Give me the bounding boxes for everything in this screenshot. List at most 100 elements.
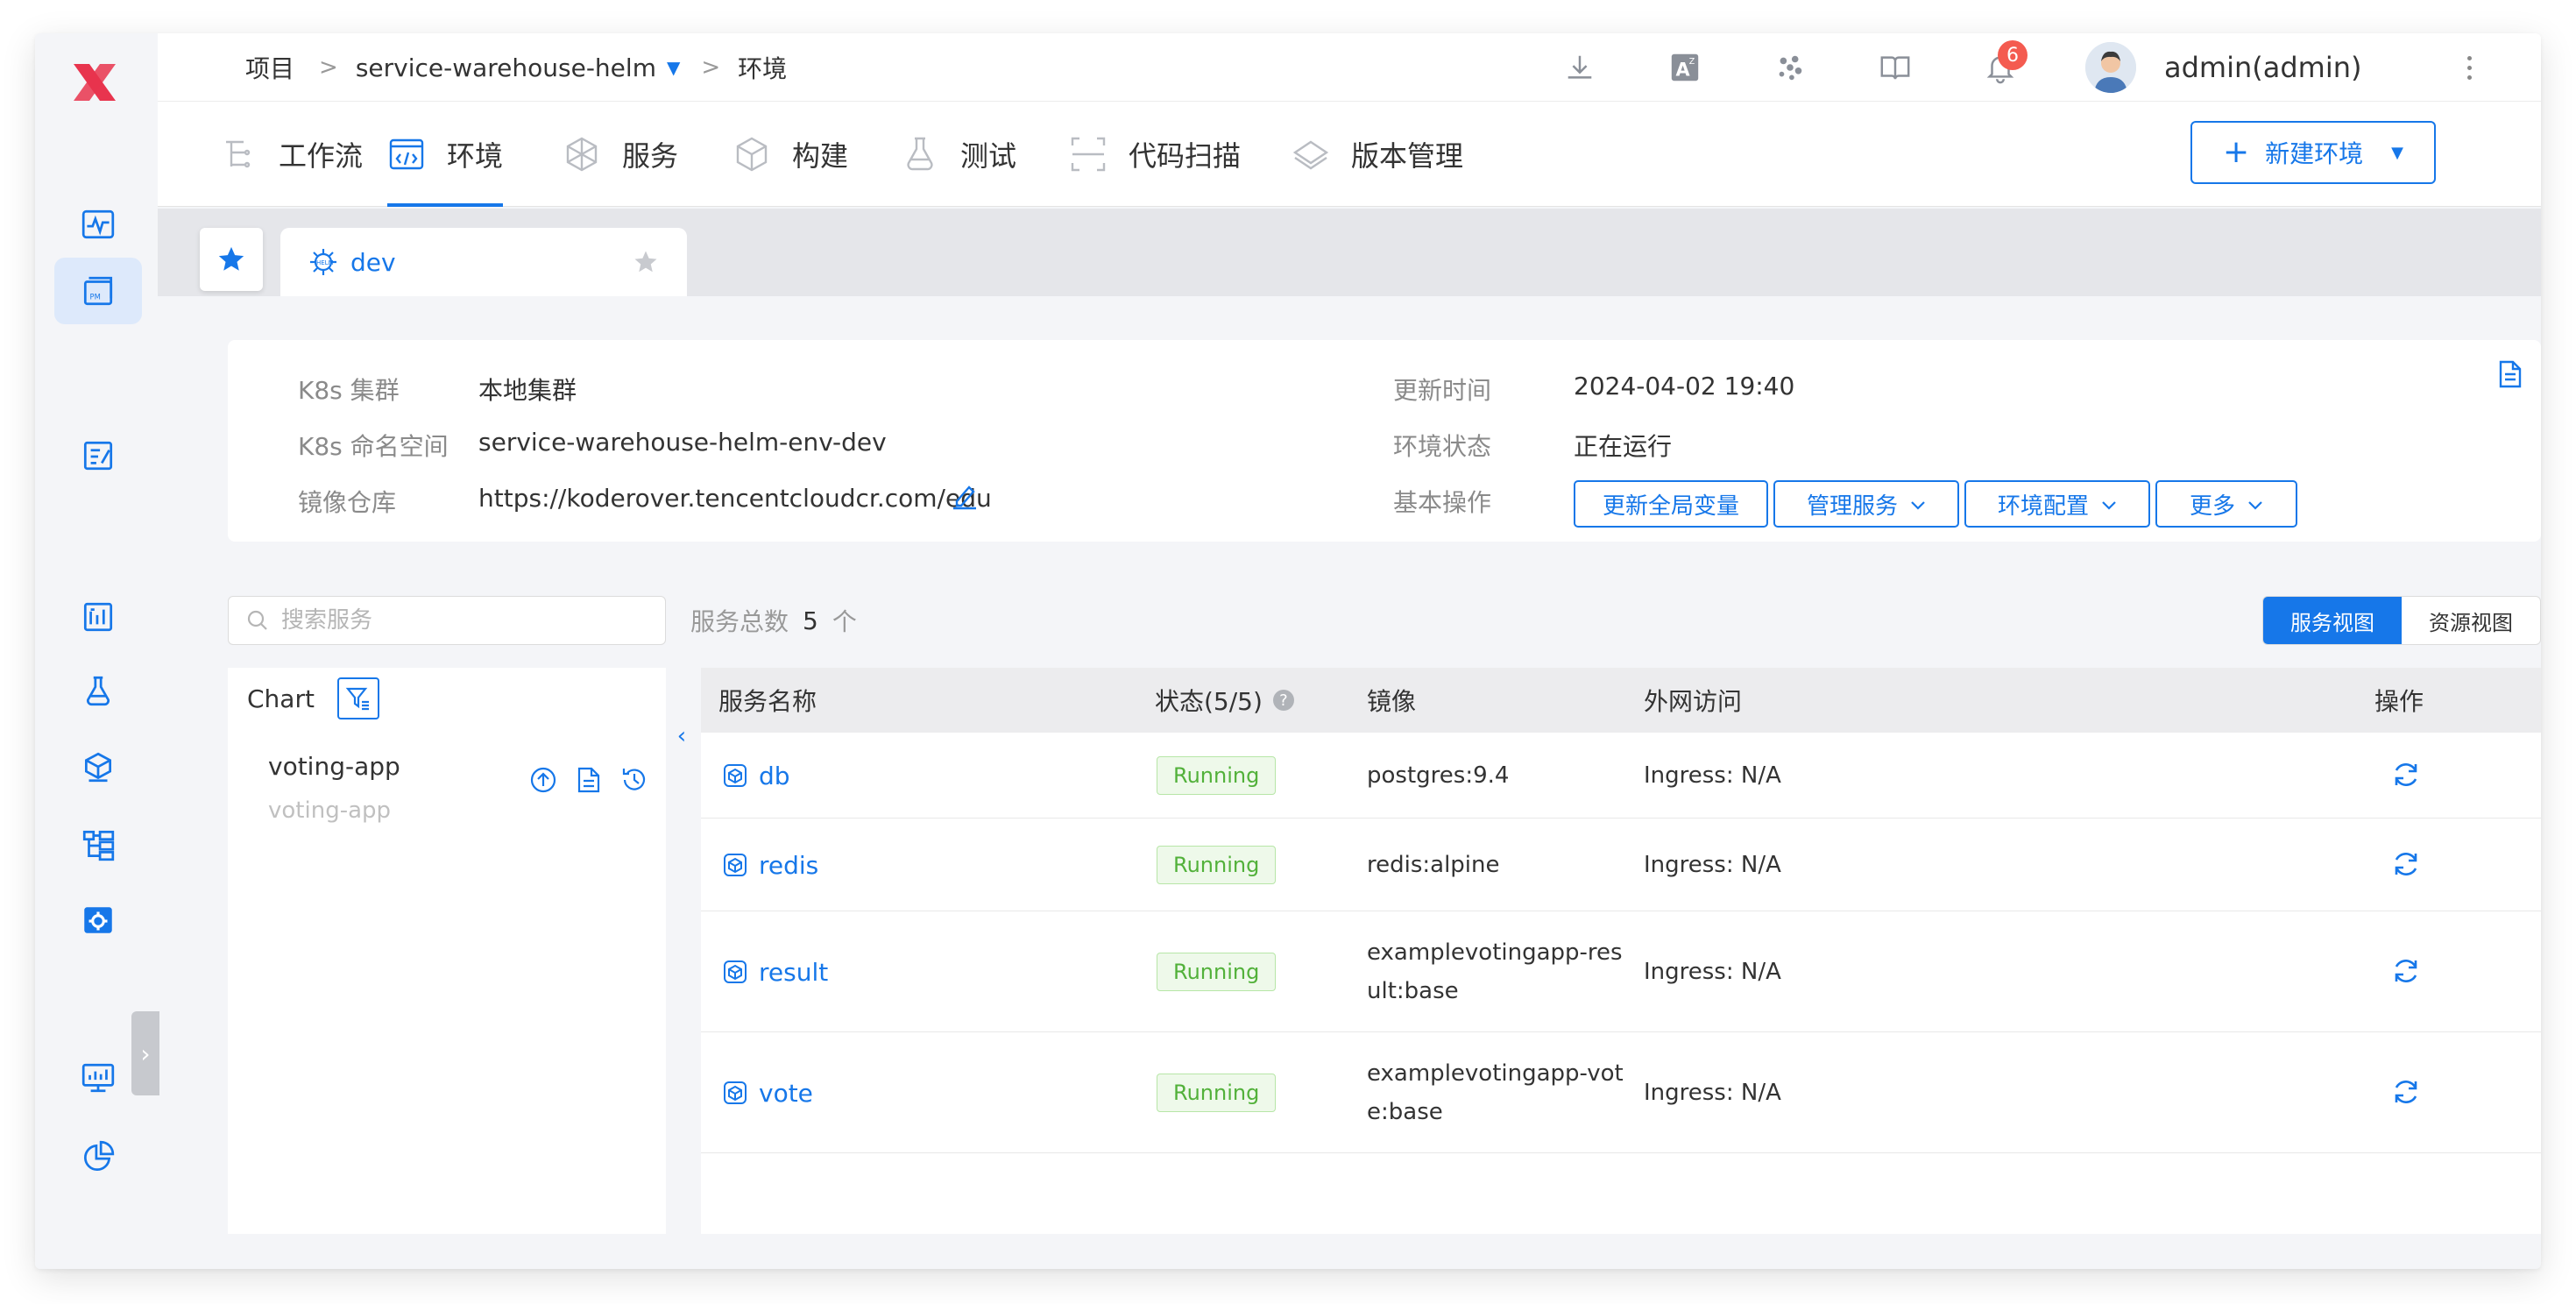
breadcrumb: 项目 > service-warehouse-helm ▼ > 环境: [245, 33, 787, 102]
resource-view-button[interactable]: 资源视图: [2402, 597, 2540, 644]
table-row: result Running examplevotingapp-res ult:b…: [701, 911, 2541, 1032]
caret-down-icon[interactable]: ▼: [667, 57, 680, 78]
history-icon[interactable]: [620, 766, 648, 794]
chart-release-name: voting-app: [268, 797, 392, 824]
env-tab-label: dev: [350, 247, 396, 277]
service-icon: [724, 960, 747, 983]
help-icon[interactable]: ?: [1272, 690, 1294, 711]
docs-icon[interactable]: [1872, 44, 1919, 91]
env-config-label: 环境配置: [1997, 493, 2089, 520]
service-access: Ingress: N/A: [1644, 959, 1781, 985]
sidebar-expand-toggle[interactable]: ›: [131, 1011, 159, 1095]
sidebar-dashboard-icon[interactable]: [54, 191, 142, 258]
service-link-db[interactable]: db: [722, 733, 790, 819]
tab-code-scan[interactable]: 代码扫描: [1069, 102, 1241, 207]
tab-environment[interactable]: 环境: [387, 102, 504, 207]
document-icon[interactable]: [2497, 359, 2523, 393]
service-icon: [724, 1081, 747, 1104]
service-view-button[interactable]: 服务视图: [2263, 597, 2402, 644]
service-name: result: [759, 957, 829, 987]
tab-code-scan-label: 代码扫描: [1129, 139, 1242, 173]
download-icon[interactable]: [1556, 44, 1603, 91]
image-line: examplevotingapp-vot: [1367, 1060, 1624, 1087]
environment-icon: [389, 138, 424, 170]
chevron-down-icon: [2247, 491, 2263, 517]
sidebar-analytics-icon[interactable]: [54, 1123, 142, 1190]
service-search[interactable]: [228, 596, 666, 645]
more-ops-button[interactable]: 更多: [2155, 480, 2297, 528]
app-window: PM › 项目 > service-warehouse-helm ▼ > 环境 …: [35, 33, 2541, 1269]
status-running: Running: [1157, 953, 1277, 991]
service-link-redis[interactable]: redis: [722, 819, 818, 911]
plugin-icon[interactable]: [1766, 44, 1814, 91]
basic-ops-label: 基本操作: [1393, 488, 1492, 517]
new-environment-label: 新建环境: [2265, 139, 2364, 168]
tab-build[interactable]: 构建: [732, 102, 848, 207]
favorite-filter-button[interactable]: [200, 228, 263, 291]
service-icon: [724, 764, 747, 787]
chart-name[interactable]: voting-app: [268, 752, 400, 781]
tab-workflow[interactable]: 工作流: [219, 102, 363, 207]
test-icon: [907, 137, 933, 171]
sidebar-template-icon[interactable]: [54, 422, 142, 489]
tab-service-label: 服务: [622, 139, 679, 173]
service-name: db: [759, 761, 790, 790]
top-bar: 项目 > service-warehouse-helm ▼ > 环境 AZ 6 …: [158, 33, 2541, 102]
avatar[interactable]: [2085, 42, 2136, 93]
service-access: Ingress: N/A: [1644, 1080, 1781, 1106]
namespace-value: service-warehouse-helm-env-dev: [478, 428, 887, 457]
breadcrumb-project[interactable]: service-warehouse-helm: [356, 53, 656, 82]
star-icon[interactable]: [633, 249, 659, 275]
edit-icon[interactable]: [950, 480, 980, 514]
sidebar-artifact-icon[interactable]: [54, 734, 142, 801]
translate-icon[interactable]: AZ: [1661, 44, 1709, 91]
tab-workflow-label: 工作流: [279, 139, 364, 173]
plus-icon: +: [2222, 134, 2250, 170]
chevron-down-icon: [1910, 491, 1926, 517]
username[interactable]: admin(admin): [2164, 33, 2362, 102]
status-running: Running: [1157, 846, 1277, 884]
service-link-vote[interactable]: vote: [722, 1032, 813, 1153]
upgrade-icon[interactable]: [529, 766, 557, 794]
more-menu-icon[interactable]: [2460, 46, 2478, 89]
filter-icon[interactable]: [336, 677, 379, 719]
table-row: db Running postgres:9.4 Ingress: N/A: [701, 733, 2541, 819]
caret-down-icon[interactable]: ▼: [2391, 144, 2403, 162]
tab-service[interactable]: 服务: [563, 102, 678, 207]
restart-icon[interactable]: [2390, 759, 2422, 790]
search-input[interactable]: [280, 606, 630, 634]
tab-environment-label: 环境: [447, 139, 504, 173]
breadcrumb-root[interactable]: 项目: [245, 50, 294, 85]
new-environment-button[interactable]: + 新建环境 ▼: [2190, 121, 2436, 184]
update-time-label: 更新时间: [1393, 376, 1492, 405]
chart-title: Chart: [247, 684, 315, 713]
service-link-result[interactable]: result: [722, 911, 828, 1032]
restart-icon[interactable]: [2390, 1076, 2422, 1108]
sidebar-resource-icon[interactable]: [54, 811, 142, 878]
update-global-vars-button[interactable]: 更新全局变量: [1574, 480, 1768, 528]
collapse-panel-icon[interactable]: ‹: [671, 719, 692, 754]
tab-version-label: 版本管理: [1351, 139, 1464, 173]
version-icon: [1292, 140, 1329, 170]
sidebar-test-icon[interactable]: [54, 657, 142, 724]
tab-test[interactable]: 测试: [901, 102, 1016, 207]
chevron-down-icon: [2101, 491, 2117, 517]
env-tab-dev[interactable]: HELM dev: [280, 228, 687, 296]
restart-icon[interactable]: [2390, 848, 2422, 880]
tab-version[interactable]: 版本管理: [1292, 102, 1463, 207]
namespace-label: K8s 命名空间: [298, 432, 449, 461]
brand-logo[interactable]: [61, 49, 128, 116]
service-name: redis: [759, 850, 819, 880]
service-table: 服务名称 状态(5/5) ? 镜像 外网访问 操作 db Running pos…: [701, 668, 2541, 1234]
sidebar-data-icon[interactable]: [54, 584, 142, 650]
sidebar-project-icon[interactable]: PM: [54, 258, 142, 324]
table-row: vote Running examplevotingapp-vot e:base …: [701, 1032, 2541, 1153]
sidebar-monitor-icon[interactable]: [54, 1045, 142, 1111]
image-line: examplevotingapp-res: [1367, 939, 1623, 966]
sidebar-settings-icon[interactable]: [54, 887, 142, 953]
values-file-icon[interactable]: [575, 766, 603, 794]
bell-icon[interactable]: 6: [1977, 40, 2028, 91]
restart-icon[interactable]: [2390, 955, 2422, 987]
manage-services-button[interactable]: 管理服务: [1773, 480, 1959, 528]
env-config-button[interactable]: 环境配置: [1964, 480, 2150, 528]
